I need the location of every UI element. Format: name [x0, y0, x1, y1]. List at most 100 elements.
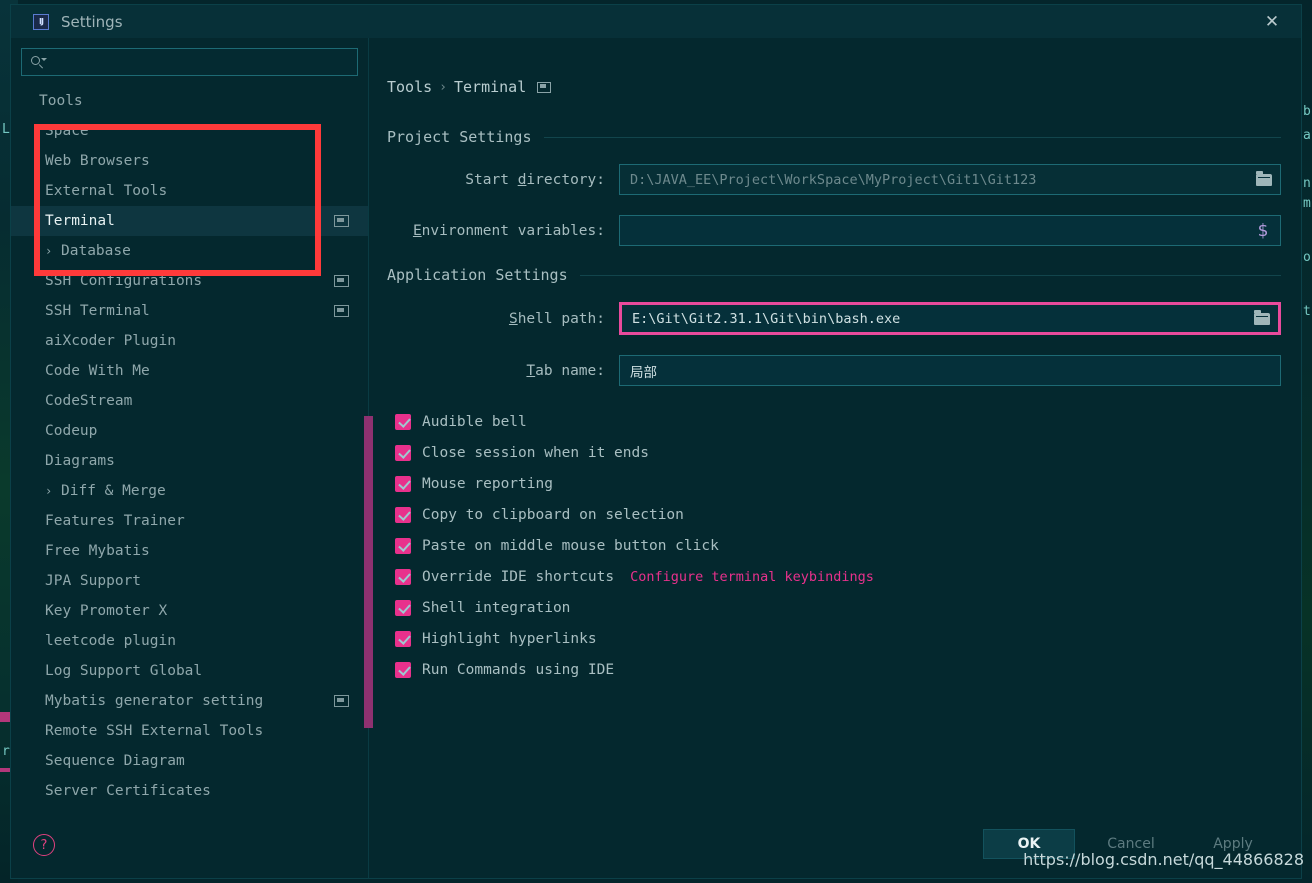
sidebar-item-free-mybatis[interactable]: Free Mybatis — [11, 536, 368, 566]
background-text-left-1: L — [2, 122, 10, 137]
folder-icon[interactable] — [1254, 170, 1274, 189]
sidebar-item-label: SSH Terminal — [45, 303, 150, 319]
checkbox-row-paste-on-middle-mouse-button-click[interactable]: Paste on middle mouse button click — [395, 530, 1281, 561]
sidebar-item-label: External Tools — [45, 183, 168, 199]
field-label-tab-name: Tab name: — [387, 363, 619, 379]
search-box[interactable] — [21, 48, 358, 76]
configure-terminal-keybindings-link[interactable]: Configure terminal keybindings — [630, 569, 874, 585]
checkbox-checked-icon[interactable] — [395, 444, 411, 461]
field-row-tab-name: Tab name: — [387, 355, 1281, 386]
sidebar-item-label: CodeStream — [45, 393, 133, 409]
checkbox-label: Close session when it ends — [422, 444, 649, 461]
checkbox-checked-icon[interactable] — [395, 599, 411, 616]
sidebar-item-diagrams[interactable]: Diagrams — [11, 446, 368, 476]
divider — [543, 136, 1281, 138]
intellij-idea-icon: IJ — [33, 13, 49, 30]
checkbox-row-copy-to-clipboard-on-selection[interactable]: Copy to clipboard on selection — [395, 499, 1281, 530]
sidebar-item-space[interactable]: Space — [11, 116, 368, 146]
label-mnemonic: S — [508, 310, 518, 327]
input-tab-name[interactable] — [630, 362, 1274, 379]
dollar-icon[interactable]: $ — [1252, 221, 1274, 241]
background-text-right-1: b — [1303, 104, 1311, 119]
sidebar-item-label: Sequence Diagram — [45, 753, 185, 769]
input-environment-variables[interactable] — [630, 222, 1252, 239]
background-text-right-4: m — [1303, 196, 1311, 211]
checkbox-checked-icon[interactable] — [395, 661, 411, 678]
dialog-titlebar: IJ Settings ✕ — [11, 5, 1301, 38]
label-mnemonic: E — [412, 222, 422, 239]
sidebar-item-leetcode-plugin[interactable]: leetcode plugin — [11, 626, 368, 656]
sidebar-item-remote-ssh-external-tools[interactable]: Remote SSH External Tools — [11, 716, 368, 746]
sidebar-item-mybatis-generator-setting[interactable]: Mybatis generator setting — [11, 686, 368, 716]
sidebar-item-diff-merge[interactable]: › Diff & Merge — [11, 476, 368, 506]
watermark: https://blog.csdn.net/qq_44866828 — [1023, 850, 1304, 869]
project-settings-header: Project Settings — [387, 128, 1281, 146]
sidebar-scrollbar[interactable] — [364, 416, 373, 728]
checkbox-row-highlight-hyperlinks[interactable]: Highlight hyperlinks — [395, 623, 1281, 654]
dialog-title: Settings — [61, 12, 123, 31]
checkbox-checked-icon[interactable] — [395, 413, 411, 430]
sidebar-item-label: Features Trainer — [45, 513, 185, 529]
field-label-shell-path: Shell path: — [387, 311, 619, 327]
input-box-shell-path[interactable] — [619, 302, 1281, 335]
background-text-right-6: t — [1303, 304, 1311, 319]
breadcrumb-root[interactable]: Tools — [387, 78, 432, 96]
sidebar-item-terminal[interactable]: Terminal — [11, 206, 368, 236]
sidebar-item-log-support-global[interactable]: Log Support Global — [11, 656, 368, 686]
checkbox-checked-icon[interactable] — [395, 537, 411, 554]
help-icon[interactable]: ? — [33, 834, 55, 856]
input-start-directory[interactable] — [630, 171, 1254, 188]
sidebar-item-sequence-diagram[interactable]: Sequence Diagram — [11, 746, 368, 776]
checkbox-checked-icon[interactable] — [395, 506, 411, 523]
sidebar-item-label: Database — [61, 243, 131, 259]
label-suffix: nvironment variables: — [421, 222, 605, 239]
checkbox-row-mouse-reporting[interactable]: Mouse reporting — [395, 468, 1281, 499]
label-suffix: hell path: — [517, 310, 605, 327]
sidebar-item-aixcoder-plugin[interactable]: aiXcoder Plugin — [11, 326, 368, 356]
sidebar-item-codestream[interactable]: CodeStream — [11, 386, 368, 416]
sidebar-item-features-trainer[interactable]: Features Trainer — [11, 506, 368, 536]
input-box-environment-variables[interactable]: $ — [619, 215, 1281, 246]
breadcrumb-separator: › — [439, 79, 447, 95]
sidebar-item-label: JPA Support — [45, 573, 142, 589]
checkbox-checked-icon[interactable] — [395, 630, 411, 647]
settings-sidebar: Tools Space Web Browsers External Tools Term… — [11, 38, 373, 878]
chevron-right-icon[interactable]: › — [45, 484, 52, 498]
sidebar-item-tools[interactable]: Tools — [11, 86, 368, 116]
sidebar-item-ssh-terminal[interactable]: SSH Terminal — [11, 296, 368, 326]
label-mnemonic: T — [526, 362, 536, 379]
search-input[interactable] — [46, 54, 349, 70]
sidebar-item-codeup[interactable]: Codeup — [11, 416, 368, 446]
input-box-start-directory[interactable] — [619, 164, 1281, 195]
sidebar-item-external-tools[interactable]: External Tools — [11, 176, 368, 206]
sidebar-item-label: Log Support Global — [45, 663, 203, 679]
sidebar-item-web-browsers[interactable]: Web Browsers — [11, 146, 368, 176]
settings-tree[interactable]: Tools Space Web Browsers External Tools Term… — [11, 84, 368, 812]
sidebar-item-code-with-me[interactable]: Code With Me — [11, 356, 368, 386]
sidebar-item-ssh-configurations[interactable]: SSH Configurations — [11, 266, 368, 296]
input-box-tab-name[interactable] — [619, 355, 1281, 386]
checkbox-row-run-commands-using-ide[interactable]: Run Commands using IDE — [395, 654, 1281, 685]
background-text-right-3: n — [1303, 176, 1311, 191]
sidebar-item-label: aiXcoder Plugin — [45, 333, 176, 349]
checkbox-row-audible-bell[interactable]: Audible bell — [395, 406, 1281, 437]
sidebar-item-database[interactable]: › Database — [11, 236, 368, 266]
sidebar-item-server-certificates[interactable]: Server Certificates — [11, 776, 368, 806]
input-shell-path[interactable] — [632, 310, 1252, 327]
field-row-shell-path: Shell path: — [387, 302, 1281, 335]
close-icon[interactable]: ✕ — [1259, 9, 1285, 35]
checkbox-row-close-session-when-it-ends[interactable]: Close session when it ends — [395, 437, 1281, 468]
settings-main-panel: Tools › Terminal Project Settings Start … — [369, 38, 1301, 878]
checkbox-checked-icon[interactable] — [395, 568, 411, 585]
sidebar-item-key-promoter-x[interactable]: Key Promoter X — [11, 596, 368, 626]
chevron-right-icon[interactable]: › — [45, 244, 52, 258]
checkbox-row-override-ide-shortcuts[interactable]: Override IDE shortcuts Configure terminal… — [395, 561, 1281, 592]
background-text-right-5: o — [1303, 250, 1311, 265]
checkbox-checked-icon[interactable] — [395, 475, 411, 492]
sidebar-item-label: SSH Configurations — [45, 273, 203, 289]
checkbox-row-shell-integration[interactable]: Shell integration — [395, 592, 1281, 623]
folder-icon[interactable] — [1252, 309, 1272, 328]
sidebar-item-jpa-support[interactable]: JPA Support — [11, 566, 368, 596]
sidebar-item-label: Codeup — [45, 423, 98, 439]
terminal-options-checkbox-list: Audible bell Close session when it ends Mo… — [387, 406, 1281, 685]
